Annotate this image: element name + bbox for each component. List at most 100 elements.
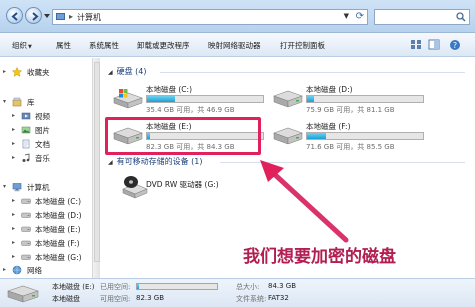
details-usage-bar <box>136 283 218 290</box>
drive-g-dvd[interactable]: DVD DVD RW 驱动器 (G:) <box>108 171 268 205</box>
drive-name: 本地磁盘 (D:) <box>306 85 353 94</box>
drive-usage-bar <box>146 95 264 103</box>
group-divider <box>160 72 465 73</box>
hard-drive-icon <box>21 212 31 218</box>
expand-arrow-icon[interactable]: ▸ <box>12 253 15 260</box>
drive-name: 本地磁盘 (C:) <box>146 85 192 94</box>
sidebar-label: 收藏夹 <box>27 68 50 77</box>
sidebar-label: 网络 <box>27 266 42 275</box>
hard-drive-icon <box>273 90 303 108</box>
breadcrumb-computer[interactable]: 计算机 <box>77 12 101 23</box>
drive-d[interactable]: 本地磁盘 (D:) 75.9 GB 可用，共 81.1 GB <box>268 82 428 116</box>
sidebar-item-pictures[interactable]: ▸ 图片 <box>0 124 92 137</box>
computer-icon <box>56 13 65 20</box>
expand-arrow-icon[interactable]: ▸ <box>12 154 15 161</box>
breadcrumb-separator[interactable]: ▸ <box>69 12 73 21</box>
collapse-arrow-icon[interactable]: ◢ <box>108 159 113 166</box>
organize-menu[interactable]: 组织▼ <box>12 40 32 51</box>
expand-arrow-icon[interactable]: ▸ <box>12 211 15 218</box>
sidebar-item-libraries[interactable]: ▾ 库 <box>0 96 92 109</box>
sidebar-label: 计算机 <box>27 183 50 192</box>
sidebar-item-documents[interactable]: ▸ 文档 <box>0 138 92 151</box>
recent-pages-dropdown-icon[interactable] <box>44 13 50 19</box>
star-icon <box>12 67 22 77</box>
expand-arrow-icon[interactable]: ▾ <box>3 98 6 105</box>
annotation-caption: 我们想要加密的磁盘 <box>243 247 396 266</box>
expand-arrow-icon[interactable]: ▸ <box>12 225 15 232</box>
sidebar-item-drive-f[interactable]: ▸ 本地磁盘 (F:) <box>0 237 92 250</box>
view-options-icon[interactable] <box>409 38 423 51</box>
sidebar-label: 文档 <box>35 140 50 149</box>
music-library-icon <box>22 153 30 162</box>
navigation-pane-scrollbar[interactable] <box>92 58 100 278</box>
sidebar-label: 本地磁盘 (F:) <box>35 239 80 248</box>
expand-arrow-icon[interactable]: ▸ <box>12 140 15 147</box>
computer-icon <box>12 183 22 192</box>
details-used-label: 已用空间: <box>100 283 131 291</box>
sidebar-item-network[interactable]: ▸ 网络 <box>0 264 92 277</box>
details-filesystem-label: 文件系统: <box>236 295 267 303</box>
drive-free-space: 35.4 GB 可用，共 46.9 GB <box>146 106 235 114</box>
video-library-icon <box>21 112 31 120</box>
back-arrow-icon <box>11 12 18 21</box>
hard-drive-icon <box>273 127 303 145</box>
expand-arrow-icon[interactable]: ▸ <box>12 197 15 204</box>
forward-button[interactable] <box>25 7 42 24</box>
pictures-library-icon <box>21 126 31 134</box>
drive-f[interactable]: 本地磁盘 (F:) 71.6 GB 可用，共 85.5 GB <box>268 119 428 153</box>
open-control-panel-button[interactable]: 打开控制面板 <box>280 40 325 51</box>
search-icon <box>456 12 466 22</box>
preview-pane-icon[interactable] <box>427 38 441 51</box>
help-icon[interactable]: ? <box>448 38 462 51</box>
hdd-group-header[interactable]: ◢ 硬盘 (4) <box>108 66 147 77</box>
sidebar-label: 视频 <box>35 112 50 121</box>
sidebar-item-drive-c[interactable]: ▸ 本地磁盘 (C:) <box>0 195 92 208</box>
command-toolbar: 组织▼ 属性 系统属性 卸载或更改程序 映射网络驱动器 打开控制面板 ? <box>0 33 475 57</box>
search-input[interactable] <box>374 9 470 25</box>
expand-arrow-icon[interactable]: ▾ <box>3 183 6 190</box>
details-pane: 本地磁盘 (E:) 本地磁盘 已用空间: 可用空间: 82.3 GB 总大小: … <box>0 278 475 307</box>
uninstall-program-button[interactable]: 卸载或更改程序 <box>137 40 190 51</box>
address-dropdown-icon[interactable]: ▼ <box>344 12 349 20</box>
drive-name: 本地磁盘 (F:) <box>306 122 351 131</box>
sidebar-item-music[interactable]: ▸ 音乐 <box>0 152 92 165</box>
expand-arrow-icon[interactable]: ▸ <box>12 239 15 246</box>
expand-arrow-icon[interactable]: ▸ <box>3 68 6 75</box>
svg-text:?: ? <box>453 41 457 50</box>
drive-c[interactable]: 本地磁盘 (C:) 35.4 GB 可用，共 46.9 GB <box>108 82 268 116</box>
drive-usage-bar <box>306 95 424 103</box>
refresh-icon[interactable]: ⟳ <box>356 11 364 22</box>
drive-usage-bar <box>306 132 424 140</box>
map-network-drive-button[interactable]: 映射网络驱动器 <box>208 40 261 51</box>
sidebar-label: 本地磁盘 (E:) <box>35 225 81 234</box>
expand-arrow-icon[interactable]: ▸ <box>12 126 15 133</box>
sidebar-item-drive-e[interactable]: ▸ 本地磁盘 (E:) <box>0 223 92 236</box>
drive-e-highlight-box <box>105 117 261 155</box>
windows-drive-icon <box>113 89 143 109</box>
system-properties-button[interactable]: 系统属性 <box>89 40 119 51</box>
expand-arrow-icon[interactable]: ▸ <box>3 266 6 273</box>
network-icon <box>12 265 22 275</box>
sidebar-label: 音乐 <box>35 154 50 163</box>
forward-arrow-icon <box>32 12 39 21</box>
sidebar-label: 库 <box>27 98 35 107</box>
removable-group-header[interactable]: ◢ 有可移动存储的设备 (1) <box>108 156 203 167</box>
address-bar[interactable]: ▸ 计算机 ▼ ⟳ <box>52 9 368 25</box>
sidebar-item-drive-g[interactable]: ▸ 本地磁盘 (G:) <box>0 251 92 264</box>
sidebar-item-drive-d[interactable]: ▸ 本地磁盘 (D:) <box>0 209 92 222</box>
removable-group-label: 有可移动存储的设备 (1) <box>116 157 203 166</box>
details-filesystem-value: FAT32 <box>268 294 289 302</box>
sidebar-item-computer[interactable]: ▾ 计算机 <box>0 181 92 194</box>
collapse-arrow-icon[interactable]: ◢ <box>108 69 113 76</box>
properties-button[interactable]: 属性 <box>56 40 71 51</box>
library-icon <box>12 97 22 107</box>
navigation-pane: ▸ 收藏夹 ▾ 库 ▸ 视频 ▸ 图片 ▸ 文档 ▸ 音乐 ▾ 计算机 ▸ 本地… <box>0 58 92 278</box>
expand-arrow-icon[interactable]: ▸ <box>12 112 15 119</box>
documents-library-icon <box>22 139 30 149</box>
back-button[interactable] <box>6 7 23 24</box>
title-bar: ▸ 计算机 ▼ ⟳ <box>0 0 475 33</box>
sidebar-item-videos[interactable]: ▸ 视频 <box>0 110 92 123</box>
pointer-arrow-icon <box>260 160 349 243</box>
sidebar-label: 本地磁盘 (G:) <box>35 253 82 262</box>
sidebar-item-favorites[interactable]: ▸ 收藏夹 <box>0 66 92 79</box>
